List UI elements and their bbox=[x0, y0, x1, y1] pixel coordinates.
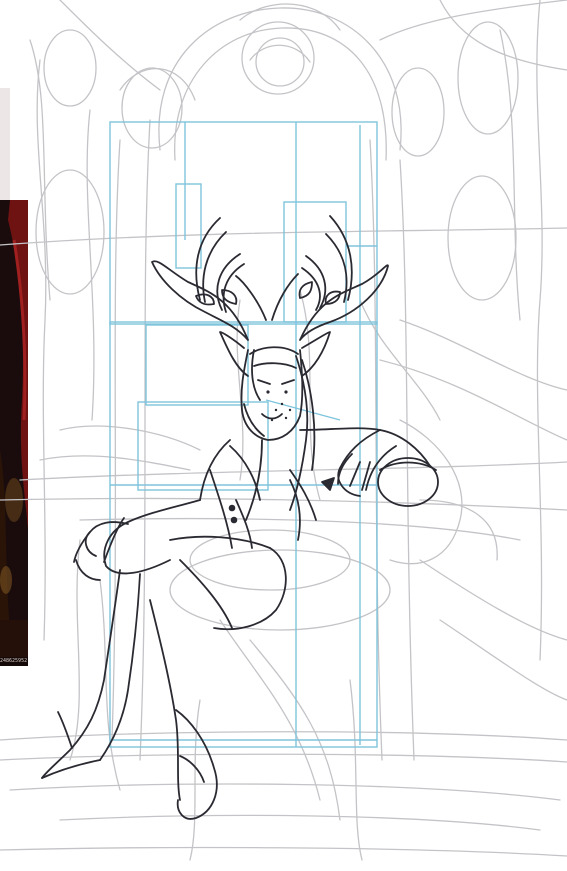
sketch-layers bbox=[0, 0, 567, 861]
drawing-canvas[interactable]: 248625952 bbox=[0, 0, 567, 871]
ink-character-layer bbox=[41, 215, 439, 820]
